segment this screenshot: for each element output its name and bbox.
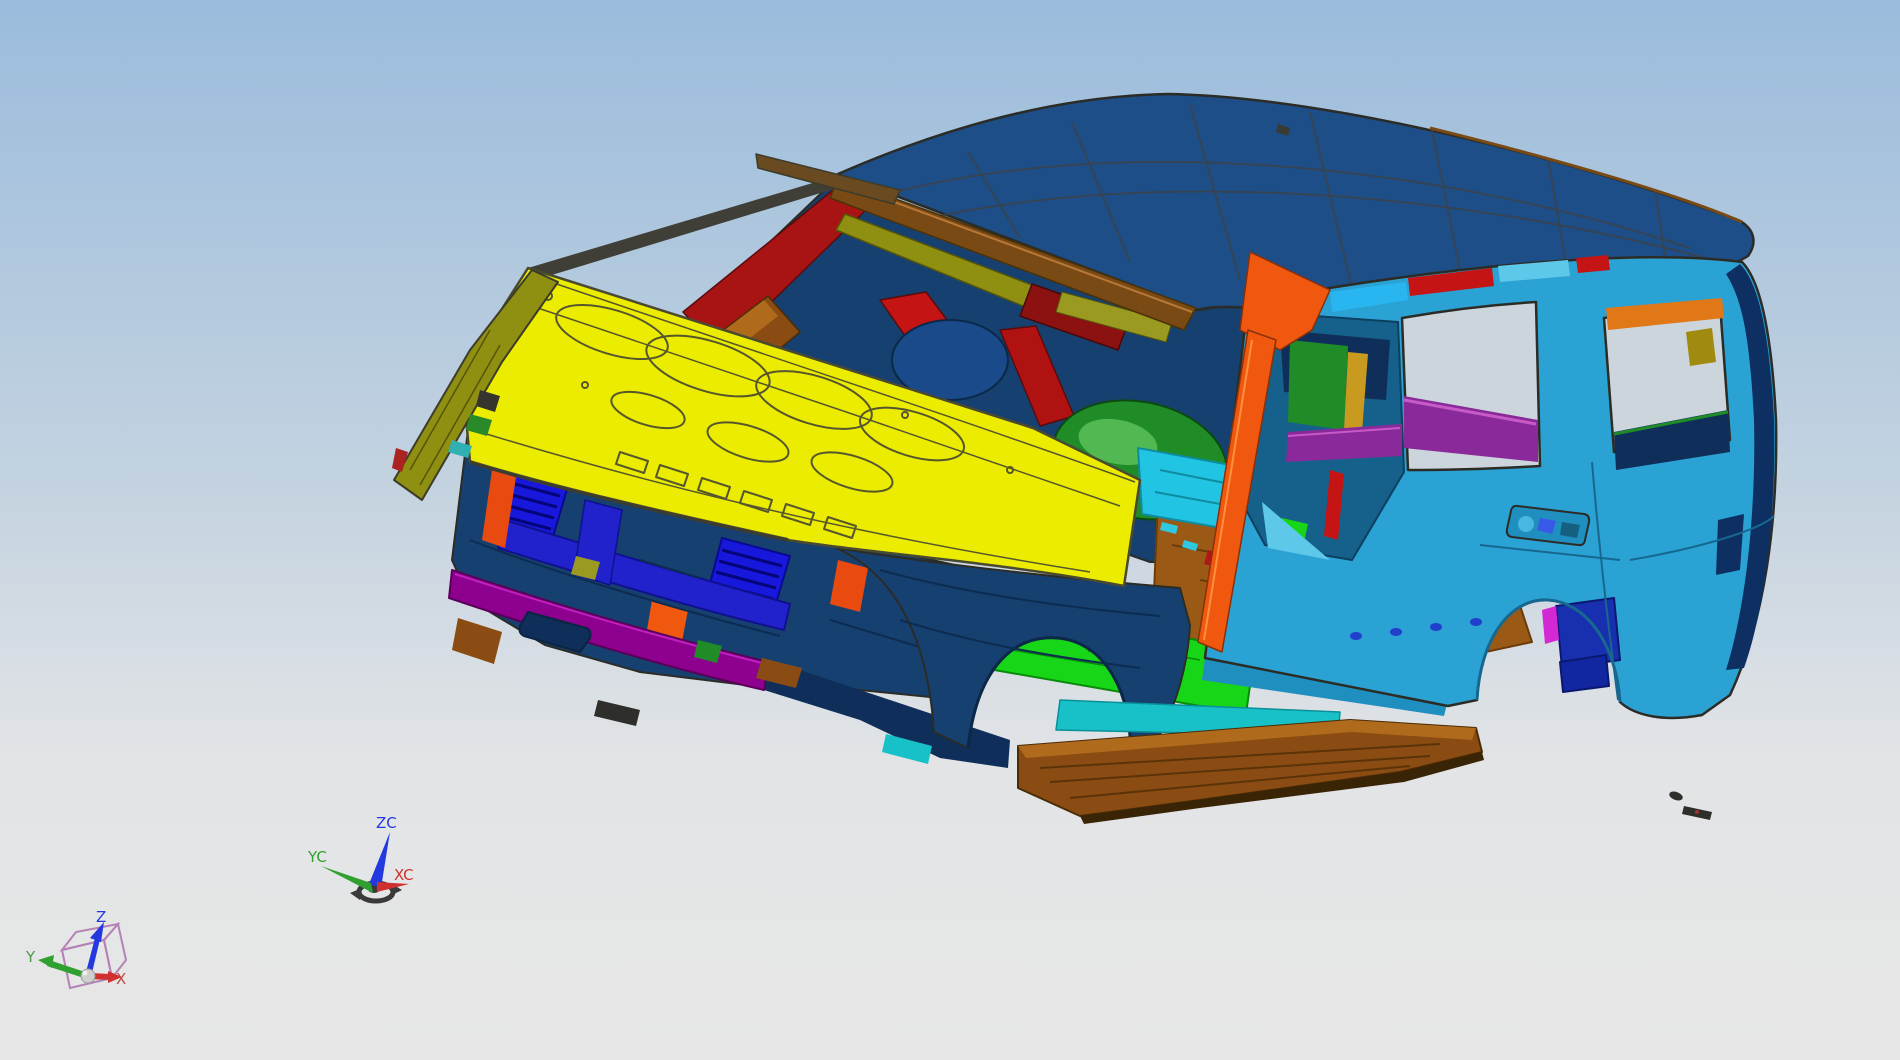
quarter-window-tab-olive [1686, 328, 1716, 366]
wcs-yc-label: YC [307, 848, 327, 866]
rail-red-segment-2 [1576, 255, 1610, 273]
plug-dot [1430, 623, 1442, 631]
wcs-zc-label: ZC [376, 814, 397, 832]
debris-red-speck [1695, 810, 1699, 814]
plug-dot [1350, 632, 1362, 640]
cad-viewport[interactable]: ZC YC XC Z Y X [0, 0, 1900, 1060]
aperture-green-panel [1288, 340, 1348, 430]
triad-x-label: X [116, 970, 126, 988]
d-pillar-lower-navy [1716, 514, 1744, 575]
plug-dot [1390, 628, 1402, 636]
wcs-xc-label: XC [394, 866, 414, 884]
arch-magenta-sliver [1542, 606, 1559, 644]
triad-origin-sphere[interactable] [80, 968, 96, 984]
arch-box-navy-2[interactable] [1559, 654, 1610, 693]
triad-y-label: Y [25, 948, 36, 966]
door-handle-cup [1518, 516, 1534, 532]
triad-sphere-highlight [82, 970, 88, 976]
plug-dot [1470, 618, 1482, 626]
triad-z-label: Z [96, 908, 106, 926]
